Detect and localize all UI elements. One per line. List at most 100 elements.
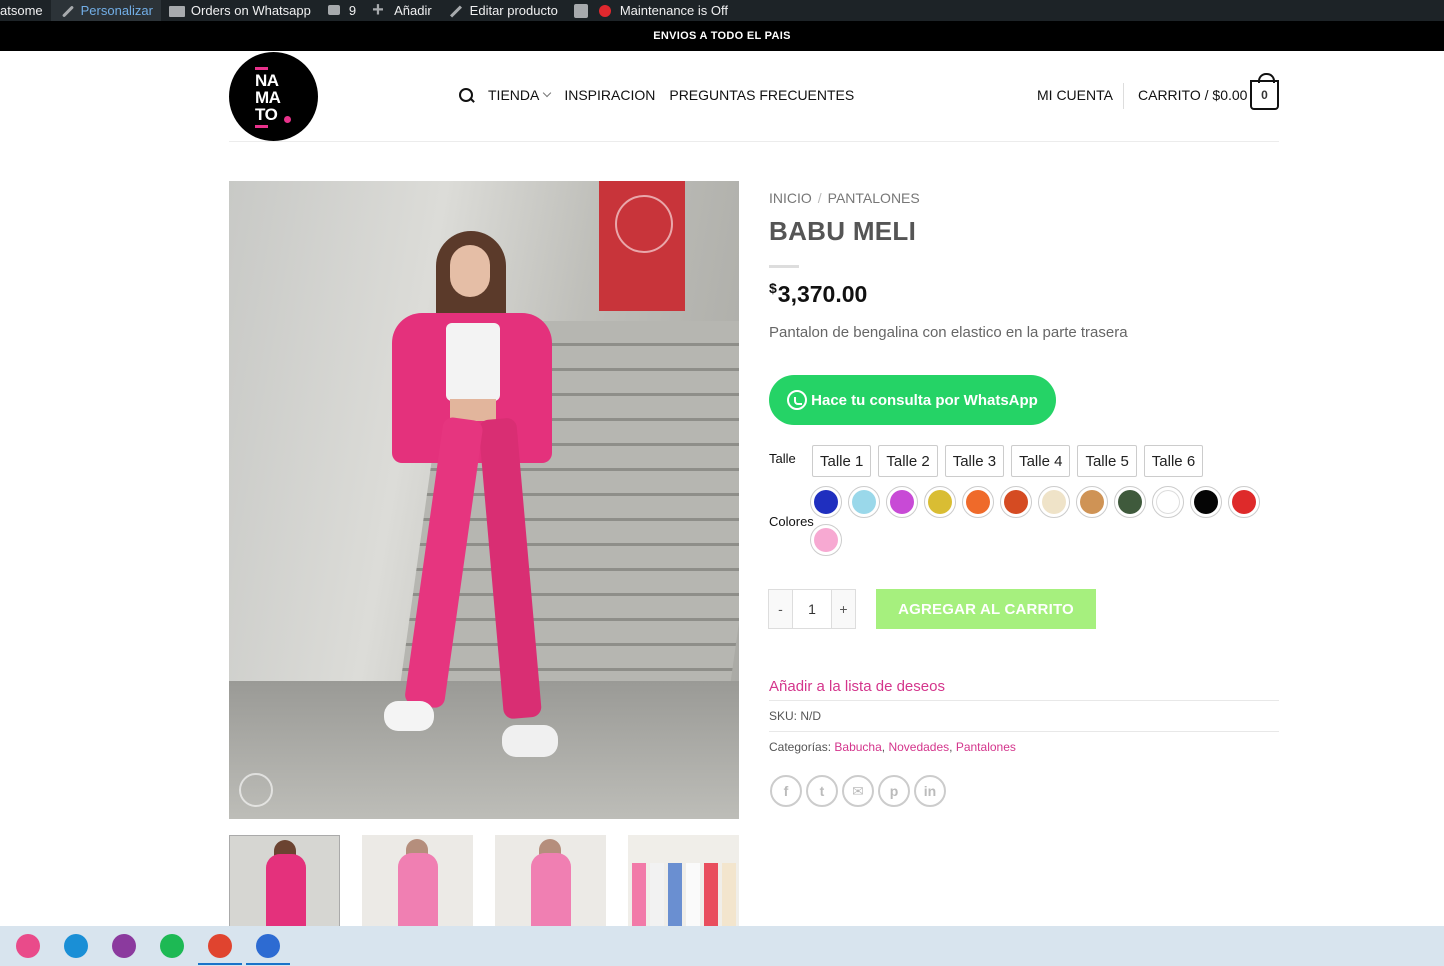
color-swatch-fill: [1042, 490, 1066, 514]
facebook-icon[interactable]: f: [770, 775, 802, 807]
logo-text-2: MA: [255, 88, 281, 107]
size-option[interactable]: Talle 5: [1077, 445, 1137, 477]
color-swatch-fill: [890, 490, 914, 514]
color-swatch[interactable]: [1076, 486, 1108, 518]
edge-icon: [64, 934, 88, 958]
quantity-input[interactable]: 1: [793, 589, 831, 629]
size-label: Talle: [769, 451, 796, 466]
main-nav: TIENDA INSPIRACION PREGUNTAS FRECUENTES: [458, 87, 868, 103]
size-option[interactable]: Talle 3: [944, 445, 1005, 477]
search-icon[interactable]: [458, 87, 474, 103]
color-swatch-fill: [814, 528, 838, 552]
admin-add-new[interactable]: Añadir: [364, 0, 440, 22]
quantity-stepper: - 1 +: [768, 589, 856, 629]
divider: [769, 700, 1279, 701]
size-option[interactable]: Talle 4: [1011, 445, 1071, 477]
color-swatch[interactable]: [962, 486, 994, 518]
spotify-taskbar-button[interactable]: [148, 926, 196, 966]
twitter-icon[interactable]: t: [806, 775, 838, 807]
nav-preguntas-frecuentes[interactable]: PREGUNTAS FRECUENTES: [669, 87, 854, 103]
header-divider: [1123, 83, 1124, 109]
site-logo[interactable]: NA MA TO: [229, 52, 318, 141]
product-main-image[interactable]: [229, 181, 739, 819]
chrome-taskbar-button[interactable]: [196, 926, 244, 966]
wishlist-link[interactable]: Añadir a la lista de deseos: [769, 678, 945, 695]
product-title: BABU MELI: [769, 216, 917, 246]
color-swatch[interactable]: [848, 486, 880, 518]
photos-icon: [256, 934, 280, 958]
brush-icon: [59, 4, 75, 18]
pencil-icon: [448, 4, 464, 18]
logo-text-1: NA: [255, 71, 279, 90]
sku: SKU: N/D: [769, 709, 822, 723]
color-swatch[interactable]: [1190, 486, 1222, 518]
color-swatch-fill: [1232, 490, 1256, 514]
size-option[interactable]: Talle 2: [878, 445, 938, 477]
size-option[interactable]: Talle 6: [1143, 445, 1204, 477]
logo-bar: [255, 67, 268, 70]
color-swatch[interactable]: [886, 486, 918, 518]
zoom-icon[interactable]: [239, 773, 273, 807]
linkedin-icon[interactable]: in: [914, 775, 946, 807]
photos-taskbar-button[interactable]: [244, 926, 292, 966]
category-link[interactable]: Pantalones: [956, 740, 1016, 754]
thumbnail-2[interactable]: [362, 835, 473, 930]
email-icon[interactable]: ✉: [842, 775, 874, 807]
spotify-icon: [160, 934, 184, 958]
folder-icon: [168, 4, 185, 18]
categories: Categorías: Babucha, Novedades, Pantalon…: [769, 740, 1016, 754]
plus-icon: [372, 0, 388, 22]
admin-edit-product[interactable]: Editar producto: [440, 0, 566, 21]
snipping-tool-icon: [16, 934, 40, 958]
category-link[interactable]: Babucha: [834, 740, 881, 754]
size-option[interactable]: Talle 1: [812, 445, 872, 477]
quantity-minus-button[interactable]: -: [768, 589, 793, 629]
product-thumbnails: [229, 835, 739, 930]
color-swatch[interactable]: [1038, 486, 1070, 518]
divider: [769, 731, 1279, 732]
admin-yoast[interactable]: Maintenance is Off: [566, 0, 736, 21]
cart-count-icon[interactable]: 0: [1250, 73, 1279, 110]
color-swatch[interactable]: [1152, 486, 1184, 518]
product-price: $3,370.00: [769, 280, 868, 307]
image-model: [374, 231, 584, 791]
whatsapp-button[interactable]: Hace tu consulta por WhatsApp: [769, 375, 1056, 425]
logo-text-3: TO: [255, 105, 278, 124]
thumbnail-4[interactable]: [628, 835, 739, 930]
color-swatch[interactable]: [924, 486, 956, 518]
color-swatch[interactable]: [1000, 486, 1032, 518]
breadcrumb-category[interactable]: PANTALONES: [828, 190, 920, 206]
winrar-taskbar-button[interactable]: [100, 926, 148, 966]
color-swatch-fill: [1080, 490, 1104, 514]
add-to-cart-button[interactable]: AGREGAR AL CARRITO: [876, 589, 1096, 629]
admin-orders-whatsapp[interactable]: Orders on Whatsapp: [161, 0, 319, 21]
image-banner: [599, 181, 685, 311]
chevron-down-icon: [543, 88, 552, 98]
nav-tienda[interactable]: TIENDA: [488, 87, 552, 103]
color-swatch[interactable]: [1228, 486, 1260, 518]
color-swatch[interactable]: [810, 524, 842, 556]
quantity-plus-button[interactable]: +: [831, 589, 856, 629]
site-header: NA MA TO TIENDA INSPIRACION PREGUNTAS FR…: [229, 51, 1279, 142]
thumbnail-3[interactable]: [495, 835, 606, 930]
admin-site-name[interactable]: atsome: [0, 0, 51, 21]
thumbnail-1[interactable]: [229, 835, 340, 930]
admin-customize[interactable]: Personalizar: [50, 0, 161, 21]
comment-icon: [327, 4, 343, 18]
edge-taskbar-button[interactable]: [52, 926, 100, 966]
pinterest-icon[interactable]: p: [878, 775, 910, 807]
color-swatch-fill: [814, 490, 838, 514]
color-swatch[interactable]: [810, 486, 842, 518]
breadcrumb-home[interactable]: INICIO: [769, 190, 812, 206]
yoast-icon: [573, 3, 588, 18]
cart-link[interactable]: CARRITO / $0.00: [1138, 87, 1247, 103]
color-swatch-fill: [852, 490, 876, 514]
category-link[interactable]: Novedades: [888, 740, 949, 754]
snipping-tool-taskbar-button[interactable]: [4, 926, 52, 966]
my-account-link[interactable]: MI CUENTA: [1037, 87, 1113, 103]
nav-inspiracion[interactable]: INSPIRACION: [564, 87, 655, 103]
color-swatch-fill: [1156, 490, 1180, 514]
share-buttons: f t ✉ p in: [770, 775, 946, 807]
color-swatch[interactable]: [1114, 486, 1146, 518]
admin-comments[interactable]: 9: [319, 0, 364, 21]
